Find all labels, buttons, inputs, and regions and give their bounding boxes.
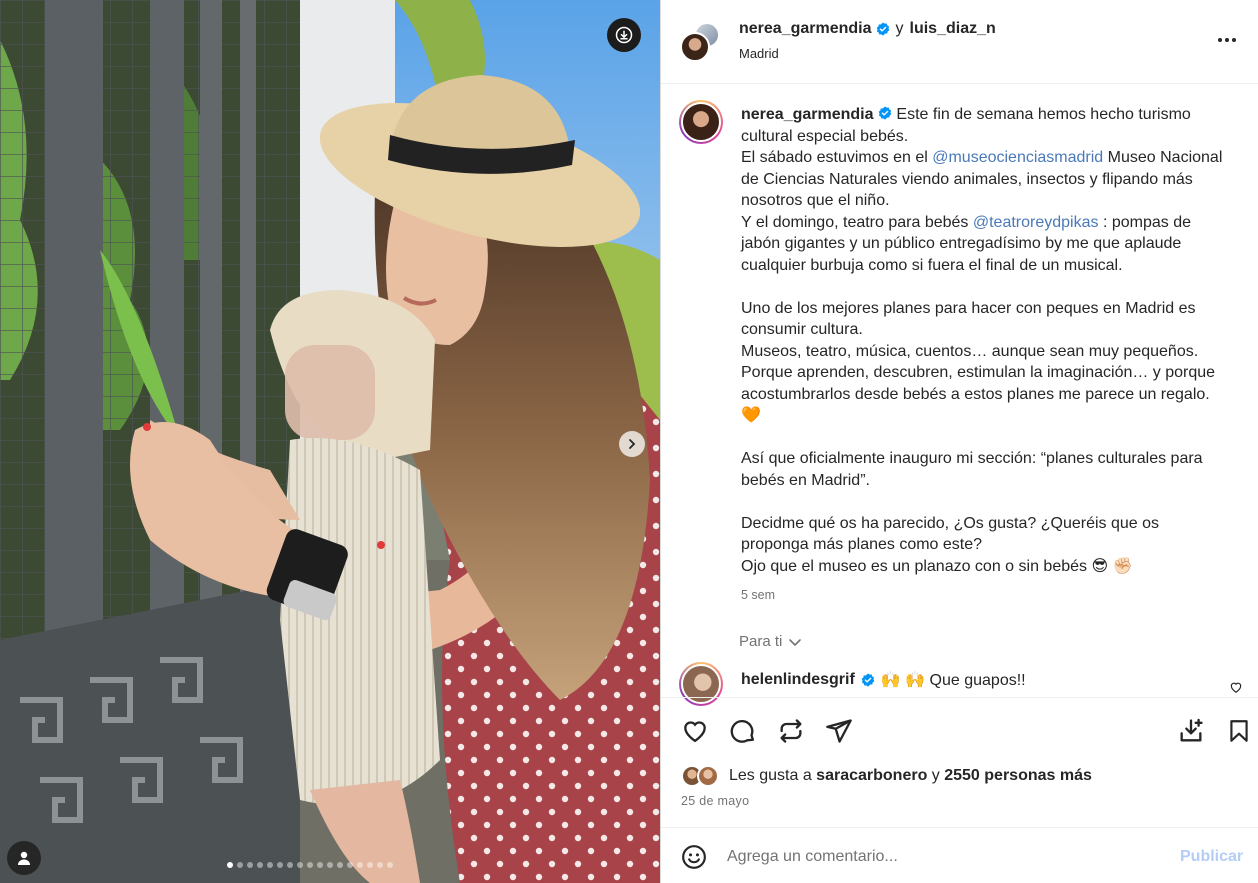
download-button[interactable] [607, 18, 641, 52]
author-username[interactable]: nerea_garmendia [739, 20, 872, 38]
emoji-button[interactable] [681, 844, 707, 875]
carousel-dot [237, 862, 243, 868]
caption-paragraph: Porque aprenden, descubren, estimulan la… [741, 364, 1216, 424]
carousel-dot [227, 862, 233, 868]
comment-button[interactable] [728, 716, 758, 746]
caption-text: nerea_garmendia Este fin de semana hemos… [741, 104, 1231, 577]
caption-avatar[interactable] [679, 100, 723, 144]
add-comment-bar: Publicar [661, 827, 1258, 883]
post-header: nerea_garmendia y luis_diaz_n Madrid [661, 0, 1258, 84]
carousel-dot [367, 862, 373, 868]
post-location[interactable]: Madrid [739, 46, 779, 61]
tagged-users-button[interactable] [7, 841, 41, 875]
repost-icon [780, 719, 802, 743]
post-photo[interactable] [0, 0, 660, 883]
caption-paragraph: Así que oficialmente inauguro mi sección… [741, 450, 1203, 489]
likes-summary[interactable]: Les gusta a saracarbonero y 2550 persona… [681, 765, 1092, 787]
next-image-button[interactable] [619, 431, 645, 457]
collab-avatars[interactable] [680, 22, 720, 62]
heart-icon [684, 721, 706, 743]
save-to-collection-button[interactable] [1176, 716, 1206, 746]
carousel-dots [227, 862, 393, 868]
caption-paragraph: Museos, teatro, música, cuentos… aunque … [741, 342, 1199, 360]
likes-count[interactable]: 2550 personas más [944, 767, 1092, 784]
liker-avatars [681, 765, 721, 787]
avatar [697, 765, 719, 787]
download-icon [615, 26, 633, 44]
more-dot [1232, 38, 1236, 42]
caption-username[interactable]: nerea_garmendia [741, 106, 874, 123]
post-actions: Les gusta a saracarbonero y 2550 persona… [661, 697, 1258, 827]
user-icon [18, 851, 30, 865]
authors-conjunction: y [895, 20, 904, 37]
repost-button[interactable] [776, 716, 806, 746]
post-authors: nerea_garmendia y luis_diaz_n [739, 20, 996, 38]
carousel-dot [387, 862, 393, 868]
photo-scene [0, 0, 660, 883]
send-icon [826, 719, 852, 743]
likes-prefix: Les gusta a [729, 767, 817, 784]
verified-badge-icon [878, 106, 892, 120]
carousel-dot [287, 862, 293, 868]
verified-badge-icon [861, 673, 875, 687]
comments-area[interactable]: nerea_garmendia Este fin de semana hemos… [661, 84, 1258, 706]
caption-timestamp[interactable]: 5 sem [741, 588, 775, 602]
post-side-panel: nerea_garmendia y luis_diaz_n Madrid ner… [660, 0, 1258, 883]
bookmark-button[interactable] [1224, 716, 1254, 746]
share-button[interactable] [824, 716, 854, 746]
heart-icon [1230, 682, 1242, 693]
caption-paragraph: Uno de los mejores planes para hacer con… [741, 299, 1196, 339]
mention-link[interactable]: @museocienciasmadrid [932, 149, 1103, 166]
likes-middle: y [927, 767, 945, 784]
likes-text: Les gusta a saracarbonero y 2550 persona… [729, 767, 1092, 785]
comment-item: helenlindesgrif 🙌 🙌 Que guapos!! [741, 670, 1026, 690]
comment-text: 🙌 🙌 Que guapos!! [880, 672, 1026, 689]
carousel-dot [317, 862, 323, 868]
carousel-dot [327, 862, 333, 868]
carousel-dot [247, 862, 253, 868]
comment-input[interactable] [727, 844, 1157, 870]
more-dot [1225, 38, 1229, 42]
caption-paragraph: Decidme qué os ha parecido, ¿Os gusta? ¿… [741, 514, 1159, 554]
carousel-dot [277, 862, 283, 868]
carousel-dot [267, 862, 273, 868]
carousel-dot [357, 862, 363, 868]
download-tray-icon [1180, 718, 1203, 742]
like-button[interactable] [680, 716, 710, 746]
coauthor-username[interactable]: luis_diaz_n [910, 20, 996, 38]
for-you-toggle[interactable]: Para ti [739, 633, 802, 650]
for-you-label: Para ti [739, 633, 783, 650]
chevron-right-icon [629, 439, 636, 449]
post-comment-button[interactable]: Publicar [1180, 848, 1243, 866]
post-date: 25 de mayo [681, 794, 750, 808]
caption-paragraph: Ojo que el museo es un planazo con o sin… [741, 557, 1133, 575]
carousel-dot [257, 862, 263, 868]
avatar[interactable] [680, 32, 710, 62]
carousel-dot [337, 862, 343, 868]
carousel-dot [347, 862, 353, 868]
carousel-dot [297, 862, 303, 868]
emoji-icon [682, 845, 706, 869]
chevron-down-icon [789, 638, 802, 646]
more-options-button[interactable] [1215, 30, 1239, 50]
mention-link[interactable]: @teatroreydpikas [973, 214, 1099, 231]
more-dot [1218, 38, 1222, 42]
verified-badge-icon [876, 22, 889, 36]
bookmark-icon [1230, 720, 1248, 742]
comment-bubble-icon [730, 719, 755, 743]
carousel-dot [377, 862, 383, 868]
caption-line: Y el domingo, teatro para bebés [741, 213, 973, 231]
carousel-dot [307, 862, 313, 868]
caption-line: El sábado estuvimos en el [741, 149, 933, 166]
liker-username[interactable]: saracarbonero [816, 767, 927, 784]
comment-username[interactable]: helenlindesgrif [741, 671, 855, 689]
